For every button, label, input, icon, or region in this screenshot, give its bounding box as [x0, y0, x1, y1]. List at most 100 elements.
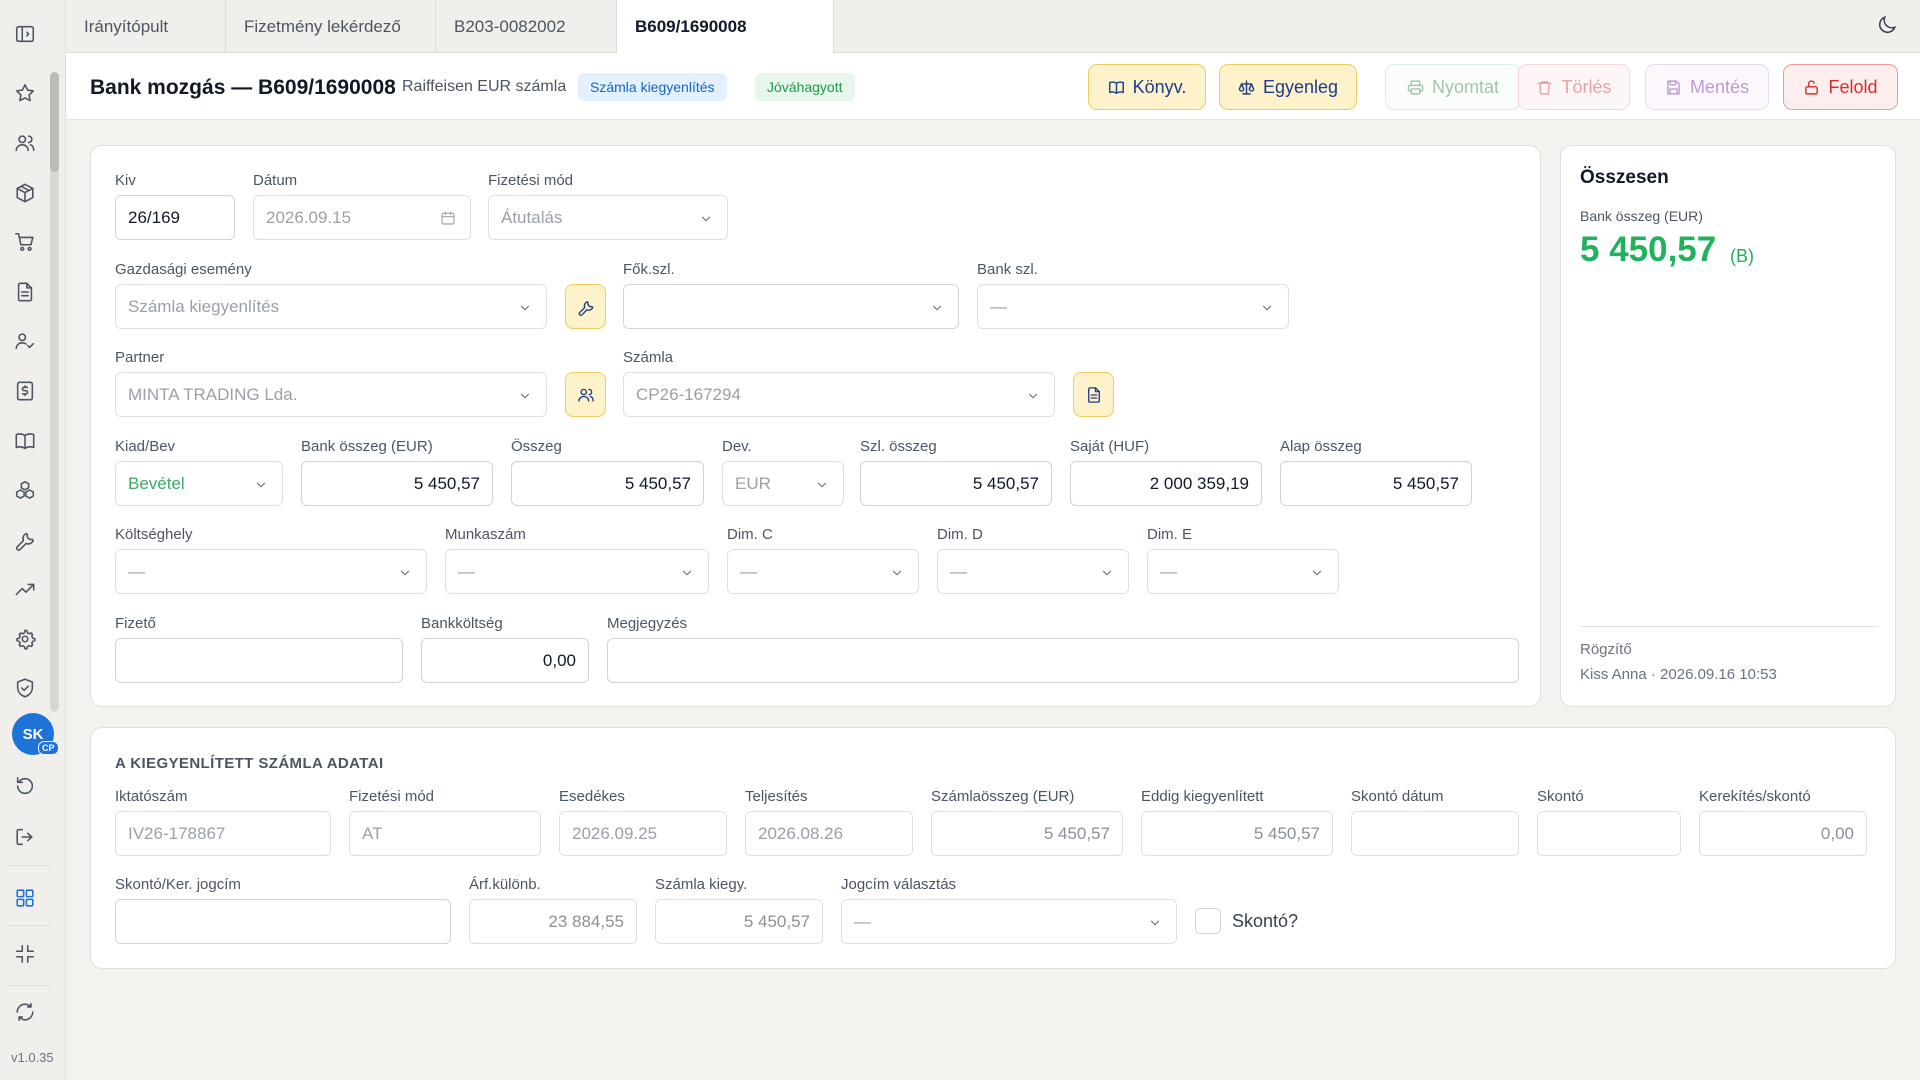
- users-icon: [577, 388, 594, 402]
- szamlakiegy-value: 5 450,57: [743, 911, 810, 931]
- chevron-down-icon: [1260, 300, 1274, 314]
- szamlakiegy-input[interactable]: 5 450,57: [655, 899, 823, 944]
- szamla-label: Számla: [623, 349, 674, 366]
- munkaszam-select[interactable]: —: [445, 549, 709, 594]
- package-icon[interactable]: [12, 180, 38, 206]
- bankosszeg-input[interactable]: 5 450,57: [301, 461, 493, 506]
- jogcim-input[interactable]: [115, 899, 451, 944]
- szamla-select[interactable]: CP26-167294: [623, 372, 1055, 417]
- document-icon[interactable]: [12, 279, 38, 305]
- fizmod-select[interactable]: Átutalás: [488, 195, 728, 240]
- dashboard-grid-icon[interactable]: [12, 885, 38, 911]
- skonto-label: Skontó: [1537, 788, 1584, 805]
- fizeto-input[interactable]: [115, 638, 403, 683]
- kiadbev-select[interactable]: Bevétel: [115, 461, 283, 506]
- inv-fizmod-input[interactable]: AT: [349, 811, 541, 856]
- sidebar-divider: [8, 985, 50, 986]
- iktato-input[interactable]: IV26-178867: [115, 811, 331, 856]
- teljesites-input[interactable]: 2026.08.26: [745, 811, 913, 856]
- eddig-value: 5 450,57: [1253, 823, 1320, 843]
- datum-value: 2026.09.15: [266, 207, 352, 227]
- tab-iranyitopult[interactable]: Irányítópult: [66, 0, 226, 53]
- sidebar-scrollbar-thumb[interactable]: [50, 72, 59, 172]
- inv-fizmod-label: Fizetési mód: [349, 788, 435, 805]
- eddig-input[interactable]: 5 450,57: [1141, 811, 1333, 856]
- chevron-down-icon: [1100, 565, 1114, 579]
- wrench-icon[interactable]: [12, 527, 38, 553]
- undo-icon[interactable]: [12, 773, 38, 799]
- chevron-down-icon: [398, 565, 412, 579]
- user-check-icon[interactable]: [12, 328, 38, 354]
- munkaszam-value: —: [458, 561, 475, 581]
- sajat-input[interactable]: 2 000 359,19: [1070, 461, 1262, 506]
- dimc-select[interactable]: —: [727, 549, 919, 594]
- konyv-button[interactable]: Könyv.: [1088, 64, 1206, 110]
- users-icon[interactable]: [12, 130, 38, 156]
- summary-divider: [1580, 626, 1878, 627]
- alaposszeg-input[interactable]: 5 450,57: [1280, 461, 1472, 506]
- skontodatum-input[interactable]: [1351, 811, 1519, 856]
- partner-users-button[interactable]: [565, 372, 606, 417]
- gear-icon[interactable]: [12, 626, 38, 652]
- mentes-button[interactable]: Mentés: [1645, 64, 1769, 110]
- tab-fizetmeny-lekerdezo[interactable]: Fizetmény lekérdező: [226, 0, 436, 53]
- megjegyzes-label: Megjegyzés: [607, 615, 688, 632]
- fokszl-select[interactable]: [623, 284, 959, 329]
- arfkul-input[interactable]: 23 884,55: [469, 899, 637, 944]
- shield-check-icon[interactable]: [12, 675, 38, 701]
- osszeg-input[interactable]: 5 450,57: [511, 461, 704, 506]
- esedekes-input[interactable]: 2026.09.25: [559, 811, 727, 856]
- koltseghely-select[interactable]: —: [115, 549, 427, 594]
- chevron-down-icon: [1310, 565, 1324, 579]
- partner-label: Partner: [115, 349, 165, 366]
- trending-up-icon[interactable]: [12, 576, 38, 602]
- egyenleg-button[interactable]: Egyenleg: [1219, 64, 1357, 110]
- bankszl-select[interactable]: —: [977, 284, 1289, 329]
- szamlaosszeg-input[interactable]: 5 450,57: [931, 811, 1123, 856]
- szamla-document-button[interactable]: [1073, 372, 1114, 417]
- felold-button[interactable]: Felold: [1783, 64, 1898, 110]
- dimc-value: —: [740, 561, 757, 581]
- chevron-down-icon: [518, 300, 532, 314]
- book-icon[interactable]: [12, 428, 38, 454]
- page-subtitle: Raiffeisen EUR számla: [402, 78, 567, 95]
- dimd-select[interactable]: —: [937, 549, 1129, 594]
- fokszl-label: Fők.szl.: [623, 261, 675, 278]
- chevron-down-icon: [254, 477, 268, 491]
- szlosszeg-input[interactable]: 5 450,57: [860, 461, 1052, 506]
- theme-toggle-icon[interactable]: [1876, 14, 1900, 38]
- datum-input[interactable]: 2026.09.15: [253, 195, 471, 240]
- minimize-icon[interactable]: [12, 941, 38, 967]
- torles-button[interactable]: Törlés: [1518, 64, 1630, 110]
- dev-select[interactable]: EUR: [722, 461, 844, 506]
- refresh-icon[interactable]: [12, 999, 38, 1025]
- bankkoltseg-input[interactable]: 0,00: [421, 638, 589, 683]
- jogcimval-select[interactable]: —: [841, 899, 1177, 944]
- dime-select[interactable]: —: [1147, 549, 1339, 594]
- kerekites-label: Kerekítés/skontó: [1699, 788, 1811, 805]
- dime-value: —: [1160, 561, 1177, 581]
- kiv-input[interactable]: 26/169: [115, 195, 235, 240]
- nyomtat-button[interactable]: Nyomtat: [1385, 64, 1521, 110]
- cart-icon[interactable]: [12, 229, 38, 255]
- gazd-wrench-button[interactable]: [565, 284, 606, 329]
- tab-b203-0082002[interactable]: B203-0082002: [436, 0, 617, 53]
- dimd-label: Dim. D: [937, 526, 983, 543]
- kerekites-input[interactable]: 0,00: [1699, 811, 1867, 856]
- logout-icon[interactable]: [12, 824, 38, 850]
- gazd-select[interactable]: Számla kiegyenlítés: [115, 284, 547, 329]
- munkaszam-label: Munkaszám: [445, 526, 526, 543]
- egyenleg-button-label: Egyenleg: [1262, 76, 1339, 97]
- summary-suffix: (B): [1730, 246, 1754, 266]
- invoice-icon[interactable]: [12, 378, 38, 404]
- boxes-icon[interactable]: [12, 477, 38, 503]
- skonto-checkbox[interactable]: [1195, 908, 1221, 934]
- partner-select[interactable]: MINTA TRADING Lda.: [115, 372, 547, 417]
- wrench-icon: [578, 300, 593, 316]
- gazd-label: Gazdasági esemény: [115, 261, 252, 278]
- megjegyzes-input[interactable]: [607, 638, 1519, 683]
- tab-b609-1690008[interactable]: B609/1690008: [617, 0, 834, 54]
- skonto-input[interactable]: [1537, 811, 1681, 856]
- star-icon[interactable]: [12, 80, 38, 106]
- collapse-sidebar-icon[interactable]: [12, 21, 38, 47]
